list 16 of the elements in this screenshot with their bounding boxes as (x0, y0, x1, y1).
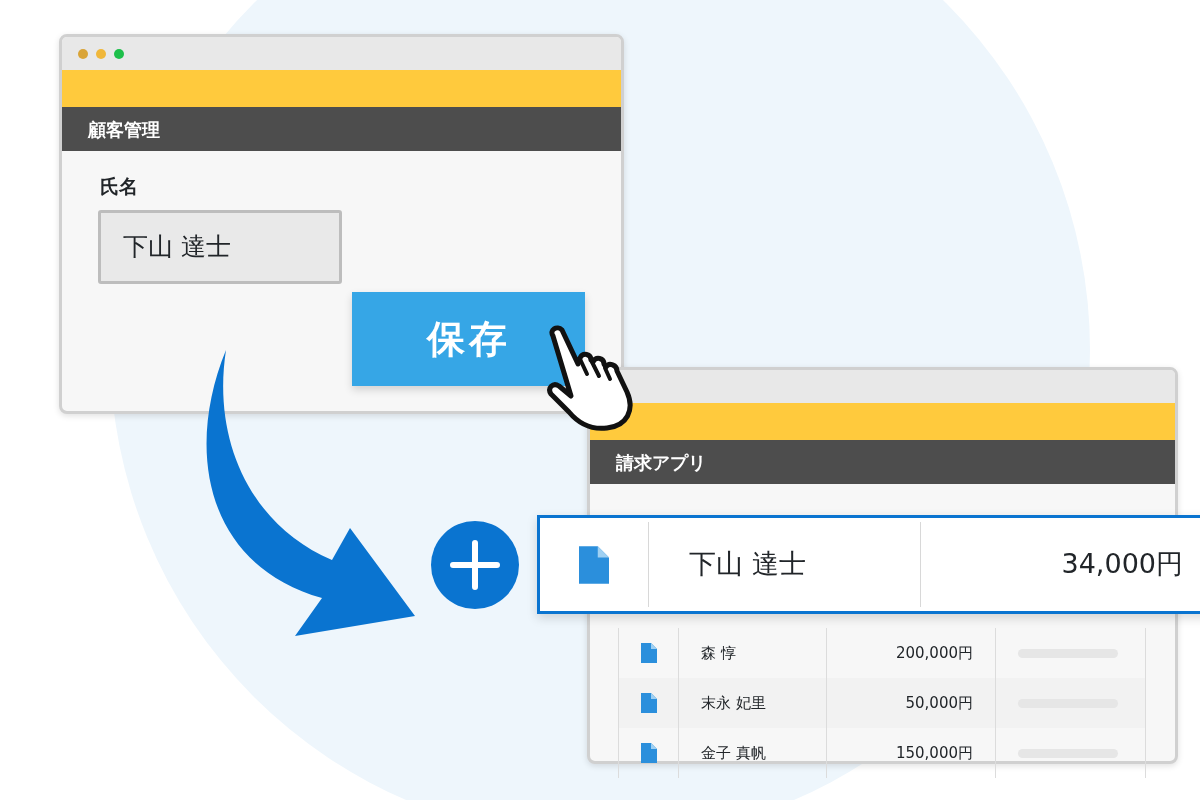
table-cell: 末永 妃里 (678, 678, 826, 728)
field-label: 氏名 (100, 174, 138, 199)
table-cell: 下山 達士 (648, 522, 920, 607)
window-control-dot[interactable] (96, 48, 106, 59)
document-icon (640, 693, 657, 713)
plus-icon (431, 521, 519, 609)
name-field[interactable]: 下山 達士 (98, 210, 342, 284)
document-icon (579, 545, 609, 584)
window-control-dot[interactable] (78, 48, 88, 59)
window-control-dot[interactable] (114, 48, 124, 59)
table-cell: 50,000円 (826, 678, 995, 728)
app-title: 顧客管理 (62, 107, 621, 151)
table-cell: 34,000円 (920, 522, 1200, 607)
table-cell: 150,000円 (826, 728, 995, 778)
table-cell: 金子 真帆 (678, 728, 826, 778)
app-title: 請求アプリ (590, 440, 1175, 484)
